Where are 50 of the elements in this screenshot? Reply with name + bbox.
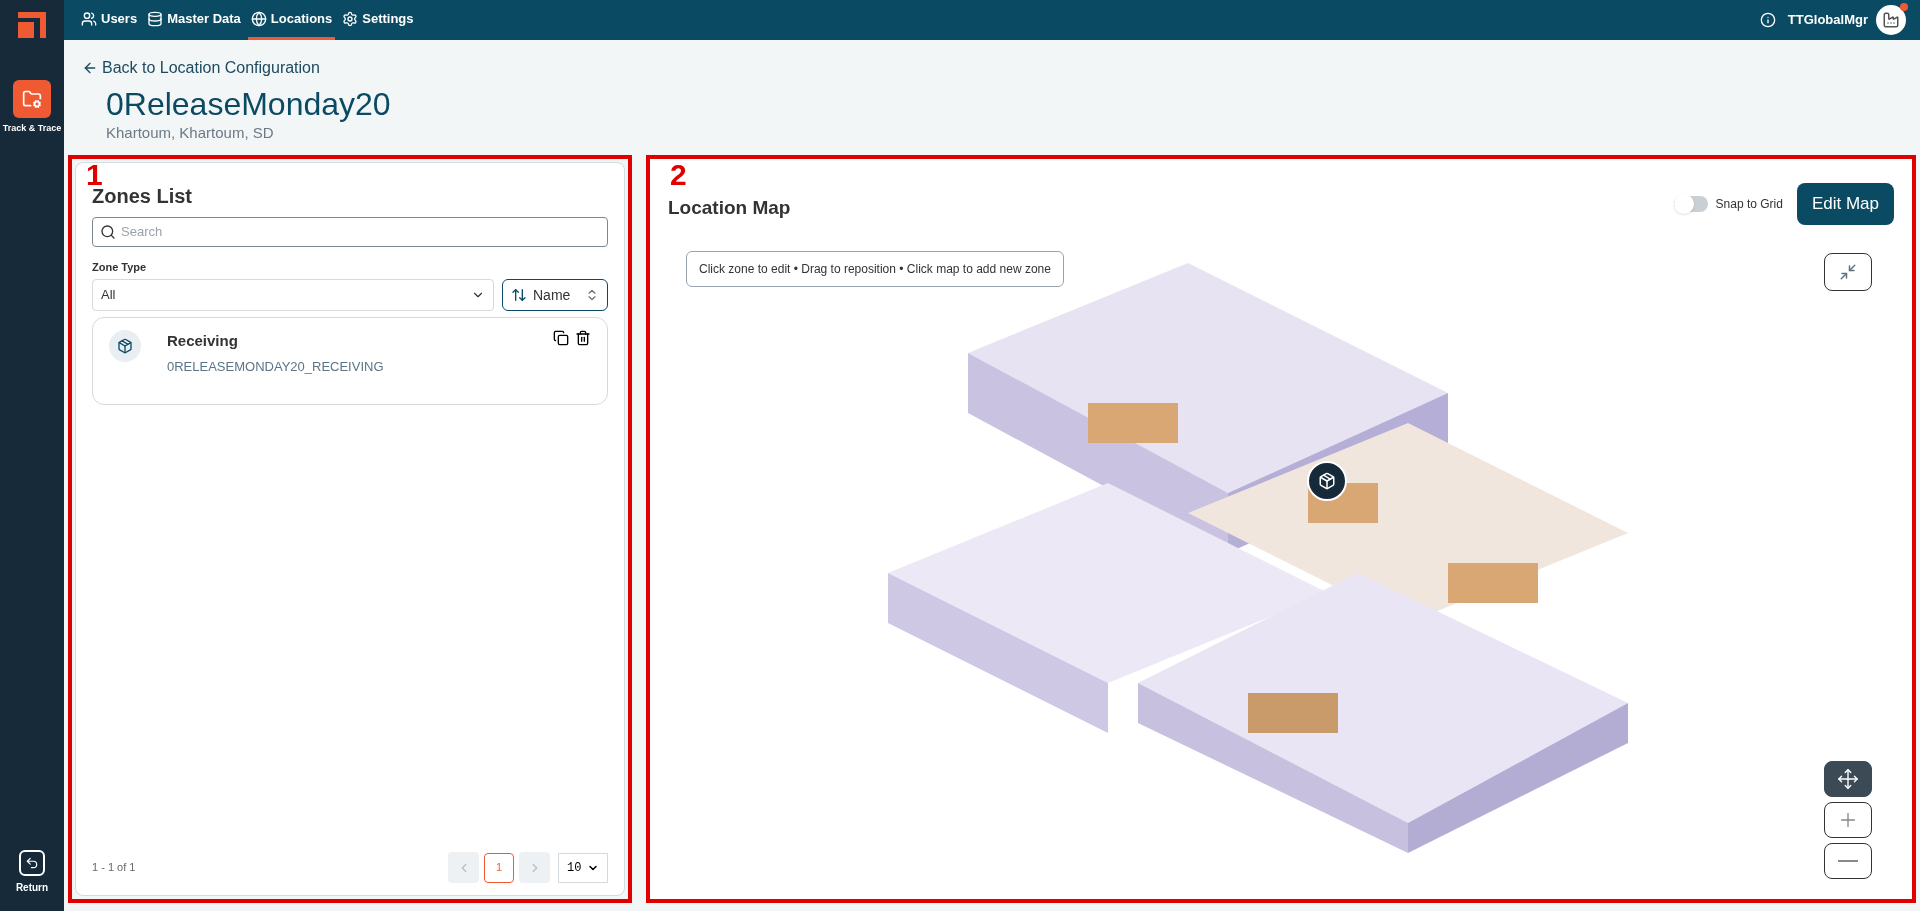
app-button[interactable]: Track & Trace	[2, 80, 62, 136]
search-field[interactable]: Search	[92, 216, 608, 247]
user-name: TTGlobalMgr	[1787, 11, 1868, 30]
minus-icon	[1838, 860, 1858, 862]
avatar[interactable]	[1876, 5, 1906, 35]
users-icon	[81, 10, 97, 27]
map-title: Location Map	[668, 196, 791, 221]
zoom-out-button[interactable]	[1824, 843, 1872, 879]
database-icon	[147, 10, 164, 27]
zones-title: Zones List	[92, 184, 192, 209]
move-icon	[1837, 768, 1859, 790]
nav-tab[interactable]: Settings	[339, 0, 417, 40]
snap-label: Snap to Grid	[1715, 195, 1783, 213]
return-button[interactable]: Return	[15, 850, 49, 895]
annotation-number: 2	[670, 156, 687, 193]
settings-icon	[342, 10, 359, 27]
pan-button[interactable]	[1824, 761, 1872, 797]
edit-map-button[interactable]: Edit Map	[1796, 182, 1894, 225]
logo-icon	[16, 10, 48, 40]
sort-arrows-icon	[511, 287, 527, 303]
page-size-select[interactable]: 10	[558, 852, 608, 883]
snap-toggle[interactable]	[1673, 195, 1708, 212]
box-glyph	[1318, 471, 1336, 490]
search-icon	[100, 223, 116, 240]
range-text: 1 - 1 of 1	[92, 860, 136, 876]
sort-button[interactable]: Name	[502, 279, 608, 311]
location-title: 0ReleaseMonday20	[106, 86, 391, 122]
zone-code: 0RELEASEMONDAY20_RECEIVING	[167, 357, 384, 376]
collapse-arrows-icon	[1839, 262, 1857, 281]
trash-icon[interactable]	[575, 330, 591, 346]
info-icon[interactable]	[1759, 12, 1776, 28]
page-button[interactable]: 1	[484, 852, 514, 883]
zone-card[interactable]: Receiving 0RELEASEMONDAY20_RECEIVING	[92, 317, 608, 405]
zone-type-label: Zone Type	[92, 259, 147, 275]
zoom-in-button[interactable]	[1824, 802, 1872, 838]
undo-icon	[19, 850, 45, 876]
back-link[interactable]: Back to Location Configuration	[82, 56, 320, 80]
zone-name: Receiving	[167, 331, 238, 351]
globe-icon	[250, 10, 267, 27]
factory-icon	[1882, 11, 1900, 29]
copy-icon[interactable]	[553, 330, 569, 346]
map-hint: Click zone to edit • Drag to reposition • Click map to add new zone	[686, 250, 1064, 287]
location-address: Khartoum, Khartoum, SD	[106, 123, 274, 143]
folder-gear-icon	[13, 80, 51, 118]
collapse-button[interactable]	[1824, 252, 1872, 291]
zone-type-select[interactable]: All	[92, 279, 494, 311]
nav-tab[interactable]: Locations	[247, 0, 336, 40]
box-glyph	[117, 338, 133, 354]
nav-tab[interactable]: Master Data	[144, 0, 244, 40]
nav-tab[interactable]: Users	[78, 0, 141, 40]
